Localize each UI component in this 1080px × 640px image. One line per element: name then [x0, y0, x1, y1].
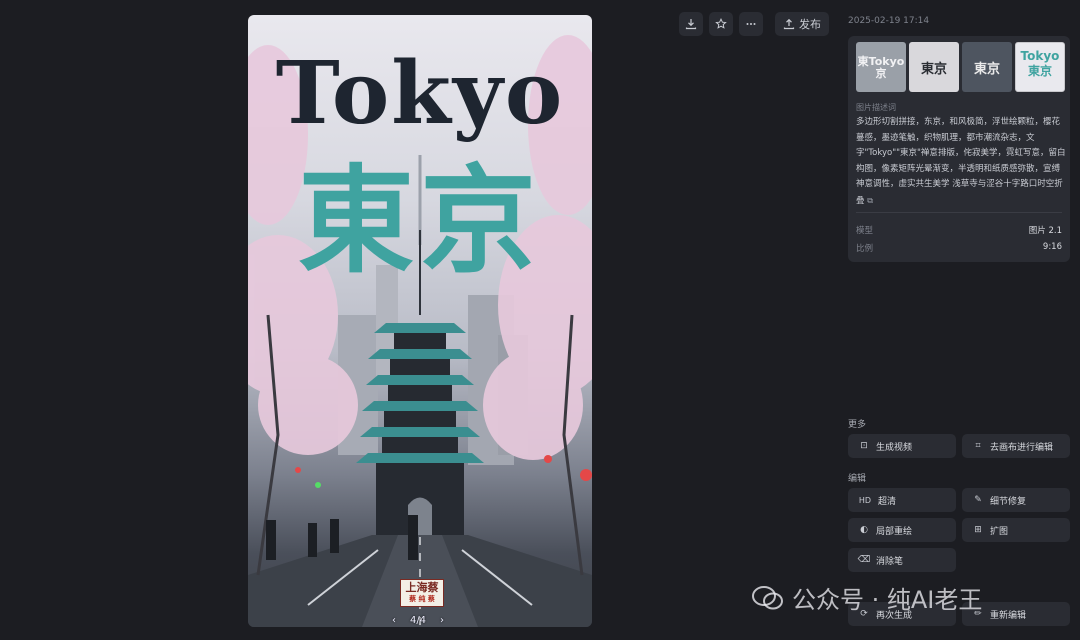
canvas-icon: ⌗: [975, 441, 981, 451]
thumbnail-2[interactable]: 東京: [909, 42, 959, 92]
image-pager: ‹ 4/4 ›: [392, 613, 444, 627]
download-button[interactable]: [679, 12, 703, 36]
publish-button[interactable]: 发布: [775, 12, 829, 36]
pager-prev-button[interactable]: ‹: [392, 615, 396, 626]
eraser-icon: ⌫: [857, 555, 871, 565]
magic-wand-icon: ✎: [974, 495, 982, 505]
thumbnail-1[interactable]: 東Tokyo 京: [856, 42, 906, 92]
stamp-sub-text: 蔡 纯 蔡: [409, 595, 435, 603]
generate-video-label: 生成视频: [876, 442, 913, 453]
thumbnail-strip: 東Tokyo 京 東京 東京 Tokyo 東京: [856, 42, 1065, 92]
description-label: 图片描述词: [856, 103, 896, 112]
favorite-button[interactable]: [709, 12, 733, 36]
description-text: 多边形切割拼接，东京，和风极简，浮世绘颗粒，樱花蔓感，墨迹笔触，织物肌理，都市潮…: [856, 115, 1066, 210]
copy-icon[interactable]: ⧉: [867, 196, 873, 205]
pager-next-button[interactable]: ›: [440, 615, 444, 626]
wechat-watermark: 公众号 · 纯AI老王: [752, 580, 982, 615]
app-window: Tokyo 東京 上海蔡 蔡 纯 蔡 ‹ 4/4 › 发布 2025-02-19…: [0, 0, 1080, 640]
thumbnail-4-selected[interactable]: Tokyo 東京: [1015, 42, 1065, 92]
card-divider: [856, 212, 1062, 213]
upload-icon: [783, 18, 795, 30]
more-section-label: 更多: [848, 420, 867, 430]
publish-label: 发布: [799, 18, 821, 31]
wechat-icon: [752, 585, 783, 609]
partial-redraw-label: 局部重绘: [876, 526, 913, 537]
model-label: 模型: [856, 226, 874, 236]
generate-video-button[interactable]: ⊡ 生成视频: [848, 434, 956, 458]
hd-upscale-button[interactable]: HD 超清: [848, 488, 956, 512]
brush-icon: ◐: [860, 525, 868, 535]
description-content: 多边形切割拼接，东京，和风极简，浮世绘颗粒，樱花蔓感，墨迹笔触，织物肌理，都市潮…: [856, 117, 1066, 206]
canvas-edit-button[interactable]: ⌗ 去画布进行编辑: [962, 434, 1070, 458]
eraser-button[interactable]: ⌫ 消除笔: [848, 548, 956, 572]
more-options-button[interactable]: [739, 12, 763, 36]
watermark-text: 公众号 · 纯AI老王: [792, 586, 983, 614]
generated-image[interactable]: Tokyo 東京 上海蔡 蔡 纯 蔡: [248, 15, 592, 627]
hd-label: 超清: [878, 496, 897, 507]
edit-section-label: 编辑: [848, 474, 867, 484]
poster-seal-stamp: 上海蔡 蔡 纯 蔡: [400, 579, 444, 607]
reedit-label: 重新编辑: [990, 610, 1027, 621]
expand-icon: ⊞: [974, 525, 982, 535]
eraser-label: 消除笔: [876, 556, 904, 567]
detail-fix-button[interactable]: ✎ 细节修复: [962, 488, 1070, 512]
expand-label: 扩图: [990, 526, 1009, 537]
ratio-value: 9:16: [1042, 242, 1062, 252]
created-timestamp: 2025-02-19 17:14: [848, 16, 930, 26]
download-icon: [685, 19, 697, 30]
pager-count: 4/4: [409, 614, 427, 626]
model-value: 图片 2.1: [1028, 226, 1062, 236]
canvas-edit-label: 去画布进行编辑: [990, 442, 1054, 453]
video-icon: ⊡: [860, 441, 868, 451]
thumbnail-3[interactable]: 東京: [962, 42, 1012, 92]
model-row: 模型 图片 2.1: [856, 224, 1062, 236]
stamp-main-text: 上海蔡: [405, 581, 439, 594]
poster-title-kanji: 東京: [298, 154, 542, 289]
more-icon: [746, 23, 756, 25]
ratio-row: 比例 9:16: [856, 242, 1062, 254]
detail-fix-label: 细节修复: [990, 496, 1027, 507]
expand-button[interactable]: ⊞ 扩图: [962, 518, 1070, 542]
ratio-label: 比例: [856, 244, 874, 254]
hd-icon: HD: [858, 495, 872, 505]
star-icon: [715, 18, 727, 29]
partial-redraw-button[interactable]: ◐ 局部重绘: [848, 518, 956, 542]
image-info-card: 東Tokyo 京 東京 東京 Tokyo 東京 图片描述词 多边形切割拼接，东京…: [848, 36, 1070, 262]
